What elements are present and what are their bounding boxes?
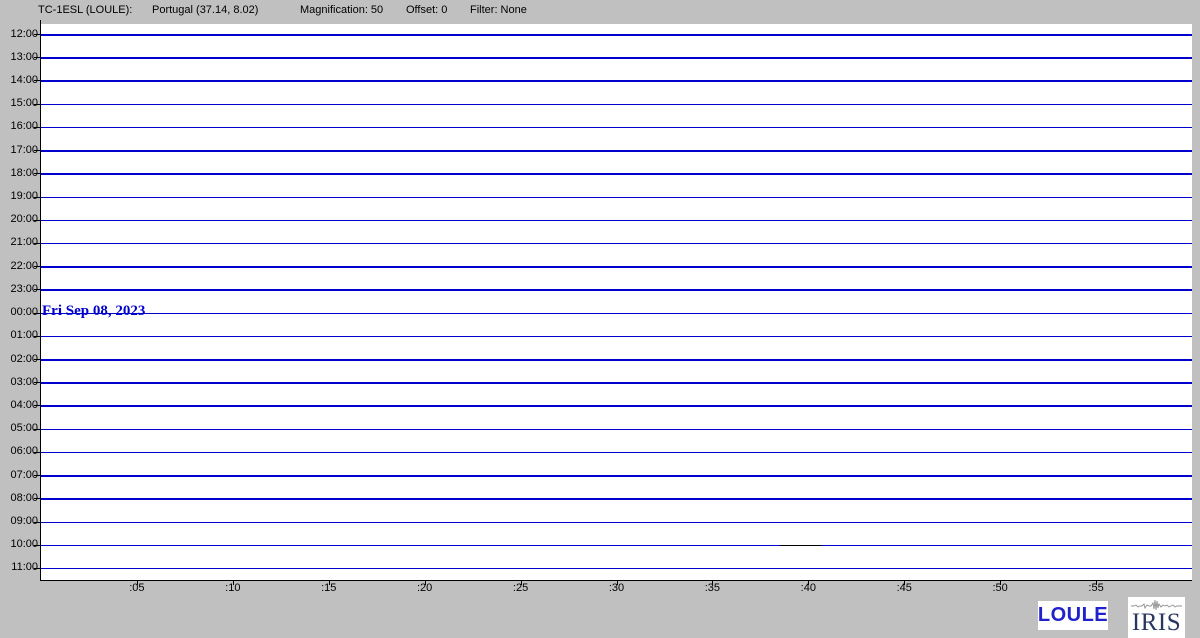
y-axis-label: 01:00 [0,329,38,342]
y-axis-tick [34,34,41,35]
x-axis-label: :45 [884,582,924,594]
y-axis-tick [34,57,41,58]
y-axis-tick [34,104,41,105]
y-axis-label: 19:00 [0,190,38,203]
trace-line [41,243,1192,245]
trace-line [41,313,1192,315]
x-axis-label: :30 [597,582,637,594]
y-axis-tick [34,127,41,128]
y-axis-tick [34,220,41,221]
y-axis-label: 04:00 [0,399,38,412]
x-axis-label: :15 [309,582,349,594]
y-axis-label: 00:00 [0,306,38,319]
y-axis-label: 05:00 [0,422,38,435]
y-axis-tick [34,313,41,314]
x-axis-label: :05 [117,582,157,594]
y-axis-label: 15:00 [0,97,38,110]
trace-line [41,568,1192,570]
x-axis-label: :25 [501,582,541,594]
y-axis-label: 22:00 [0,260,38,273]
y-axis-label: 03:00 [0,376,38,389]
y-axis-tick [34,336,41,337]
header-filter: Filter: None [470,4,527,16]
y-axis-label: 11:00 [0,561,38,574]
y-axis-tick [34,498,41,499]
y-axis-tick [34,150,41,151]
trace-line [41,522,1192,524]
trace-line [41,150,1192,152]
trace-line [41,498,1192,500]
y-axis-label: 13:00 [0,51,38,64]
helicorder-window: TC-1ESL (LOULE): Portugal (37.14, 8.02) … [0,0,1200,638]
trace-line [41,475,1192,477]
x-axis-label: :50 [980,582,1020,594]
header-offset: Offset: 0 [406,4,447,16]
y-axis-tick [34,522,41,523]
trace-line [41,220,1192,222]
y-axis-label: 20:00 [0,213,38,226]
x-axis-label: :35 [692,582,732,594]
x-axis-label: :55 [1076,582,1116,594]
y-axis-tick [34,475,41,476]
y-axis-label: 23:00 [0,283,38,296]
x-axis-label: :20 [405,582,445,594]
y-axis-tick [34,452,41,453]
y-axis-label: 14:00 [0,74,38,87]
x-axis-label: :10 [213,582,253,594]
trace-line [41,80,1192,82]
trace-line [41,289,1192,291]
iris-logo: IRIS [1128,597,1185,638]
y-axis-tick [34,382,41,383]
iris-logo-text: IRIS [1128,610,1185,635]
trace-gap-segment [780,545,822,547]
trace-line [41,382,1192,384]
header-magnification: Magnification: 50 [300,4,383,16]
y-axis-tick [34,197,41,198]
x-axis-label: :40 [788,582,828,594]
date-annotation: Fri Sep 08, 2023 [42,303,145,320]
y-axis-tick [34,243,41,244]
y-axis-label: 10:00 [0,538,38,551]
trace-line [41,57,1192,59]
trace-line [41,452,1192,454]
y-axis-label: 09:00 [0,515,38,528]
trace-line [41,104,1192,106]
trace-line [41,34,1192,36]
y-axis-label: 18:00 [0,167,38,180]
helicorder-plot-area [41,24,1192,580]
header-station: TC-1ESL (LOULE): [38,4,132,16]
y-axis-tick [34,359,41,360]
trace-line [41,429,1192,431]
trace-line [41,266,1192,268]
y-axis-label: 16:00 [0,120,38,133]
trace-line [41,545,1192,547]
y-axis-tick [34,545,41,546]
y-axis-label: 08:00 [0,492,38,505]
y-axis-tick [34,429,41,430]
station-badge: LOULE [1038,601,1108,630]
trace-line [41,127,1192,129]
y-axis-label: 07:00 [0,469,38,482]
y-axis-label: 06:00 [0,445,38,458]
header-location: Portugal (37.14, 8.02) [152,4,258,16]
y-axis-tick [34,266,41,267]
y-axis-tick [34,80,41,81]
y-axis-label: 17:00 [0,144,38,157]
y-axis-label: 12:00 [0,28,38,41]
trace-line [41,359,1192,361]
y-axis-tick [34,289,41,290]
trace-line [41,336,1192,338]
trace-line [41,405,1192,407]
y-axis-label: 21:00 [0,236,38,249]
trace-line [41,197,1192,199]
y-axis-label: 02:00 [0,353,38,366]
trace-line [41,173,1192,175]
y-axis-tick [34,405,41,406]
y-axis-tick [34,173,41,174]
y-axis-tick [34,568,41,569]
